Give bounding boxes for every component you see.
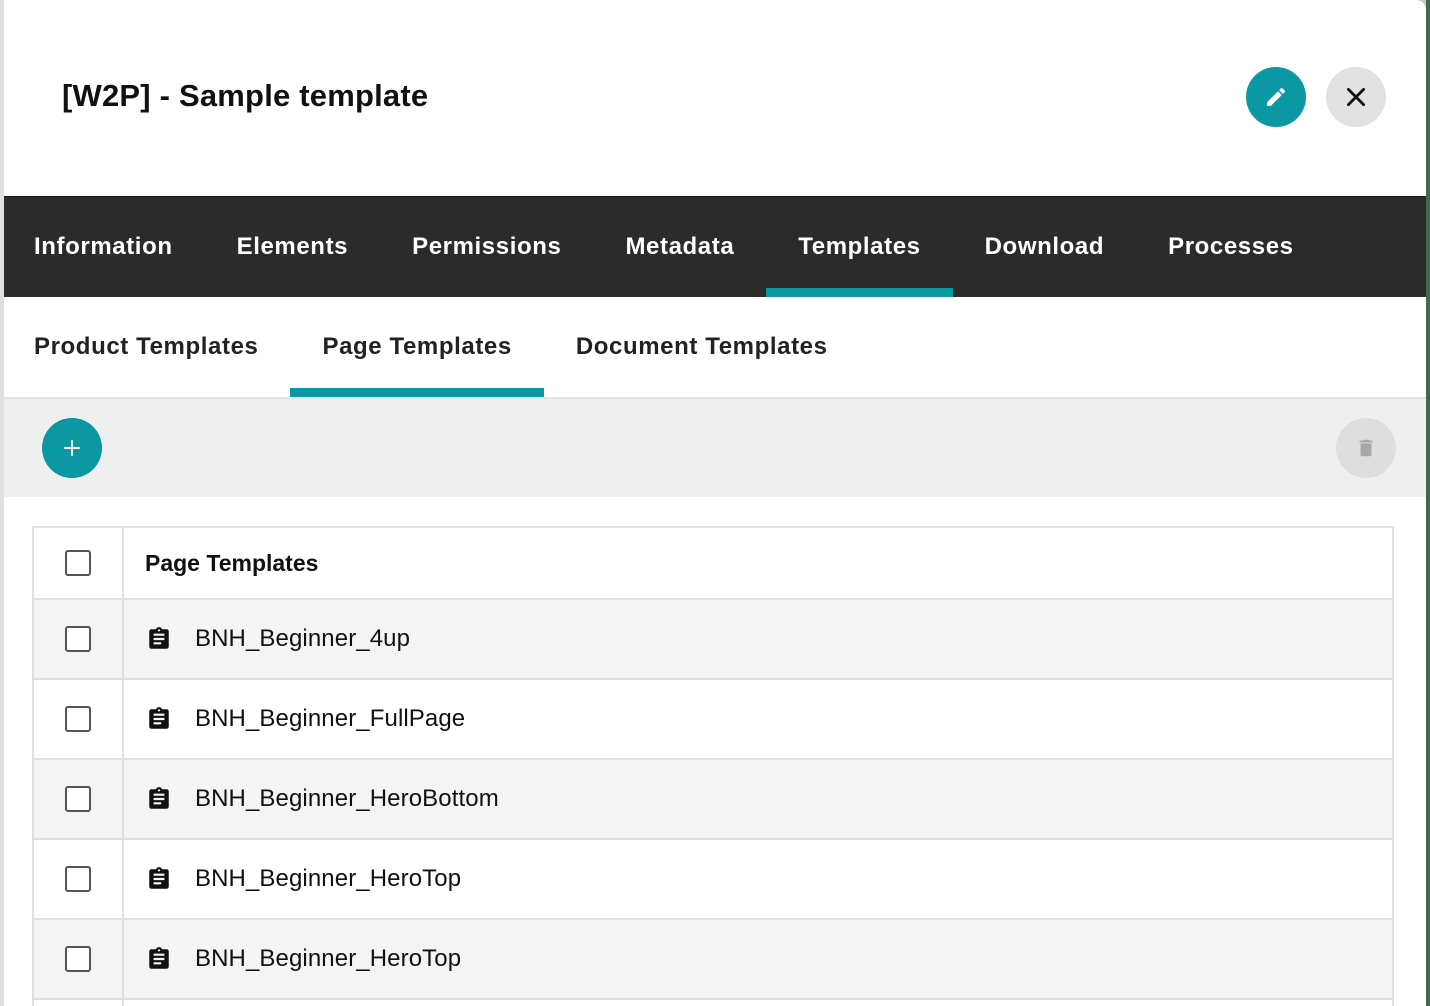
row-name-cell: BNH_Beginner_4up	[124, 600, 1392, 678]
clipboard-icon	[145, 865, 173, 893]
close-icon	[1347, 88, 1365, 106]
row-checkbox[interactable]	[65, 866, 91, 892]
row-check-cell	[34, 840, 124, 918]
select-all-checkbox[interactable]	[65, 550, 91, 576]
background-right	[1426, 0, 1430, 1006]
table-row-partial	[34, 1000, 1392, 1006]
pencil-icon	[1267, 87, 1286, 106]
trash-icon	[1359, 439, 1373, 457]
main-tab-bar: Information Elements Permissions Metadat…	[4, 197, 1426, 297]
row-name-cell	[124, 1000, 1392, 1006]
tab-permissions[interactable]: Permissions	[380, 197, 593, 297]
table-toolbar	[4, 399, 1426, 497]
dialog-header: [W2P] - Sample template	[4, 0, 1426, 197]
tab-elements[interactable]: Elements	[205, 197, 381, 297]
tab-information[interactable]: Information	[4, 197, 205, 297]
row-check-cell	[34, 1000, 124, 1006]
table-row[interactable]: BNH_Beginner_FullPage	[34, 680, 1392, 760]
column-header-page-templates: Page Templates	[145, 549, 319, 576]
row-name-cell: BNH_Beginner_HeroBottom	[124, 760, 1392, 838]
plus-icon	[64, 440, 80, 456]
delete-button[interactable]	[1336, 418, 1396, 478]
table-row[interactable]: BNH_Beginner_HeroTop	[34, 840, 1392, 920]
clipboard-icon	[145, 625, 173, 653]
table-header-row: Page Templates	[34, 528, 1392, 600]
subtab-document-templates[interactable]: Document Templates	[544, 297, 860, 397]
subtab-page-templates[interactable]: Page Templates	[290, 297, 545, 397]
table-row[interactable]: BNH_Beginner_4up	[34, 600, 1392, 680]
row-checkbox[interactable]	[65, 946, 91, 972]
header-name-cell: Page Templates	[124, 528, 1392, 598]
row-checkbox[interactable]	[65, 626, 91, 652]
tab-processes[interactable]: Processes	[1136, 197, 1326, 297]
page-templates-table: Page Templates BNH_Beginner_4up BNH_Begi…	[32, 526, 1394, 1006]
tab-templates[interactable]: Templates	[766, 197, 953, 297]
add-template-button[interactable]	[42, 418, 102, 478]
template-name: BNH_Beginner_HeroBottom	[195, 785, 499, 812]
tab-metadata[interactable]: Metadata	[593, 197, 766, 297]
row-name-cell: BNH_Beginner_HeroTop	[124, 840, 1392, 918]
clipboard-icon	[145, 705, 173, 733]
row-check-cell	[34, 760, 124, 838]
header-check-cell	[34, 528, 124, 598]
page-title: [W2P] - Sample template	[62, 78, 429, 113]
row-checkbox[interactable]	[65, 706, 91, 732]
template-name: BNH_Beginner_HeroTop	[195, 945, 462, 972]
sub-tab-bar: Product Templates Page Templates Documen…	[4, 297, 1426, 399]
template-dialog: [W2P] - Sample template Information Elem…	[4, 0, 1426, 1006]
template-name: BNH_Beginner_FullPage	[195, 705, 466, 732]
edit-button[interactable]	[1246, 67, 1306, 127]
clipboard-icon	[145, 945, 173, 973]
row-name-cell: BNH_Beginner_HeroTop	[124, 920, 1392, 998]
table-row[interactable]: BNH_Beginner_HeroTop	[34, 920, 1392, 1000]
template-name: BNH_Beginner_4up	[195, 625, 411, 652]
table-row[interactable]: BNH_Beginner_HeroBottom	[34, 760, 1392, 840]
row-check-cell	[34, 600, 124, 678]
clipboard-icon	[145, 785, 173, 813]
close-button[interactable]	[1326, 67, 1386, 127]
row-checkbox[interactable]	[65, 786, 91, 812]
row-check-cell	[34, 920, 124, 998]
row-check-cell	[34, 680, 124, 758]
subtab-product-templates[interactable]: Product Templates	[4, 297, 290, 397]
template-name: BNH_Beginner_HeroTop	[195, 865, 462, 892]
tab-download[interactable]: Download	[953, 197, 1136, 297]
row-name-cell: BNH_Beginner_FullPage	[124, 680, 1392, 758]
